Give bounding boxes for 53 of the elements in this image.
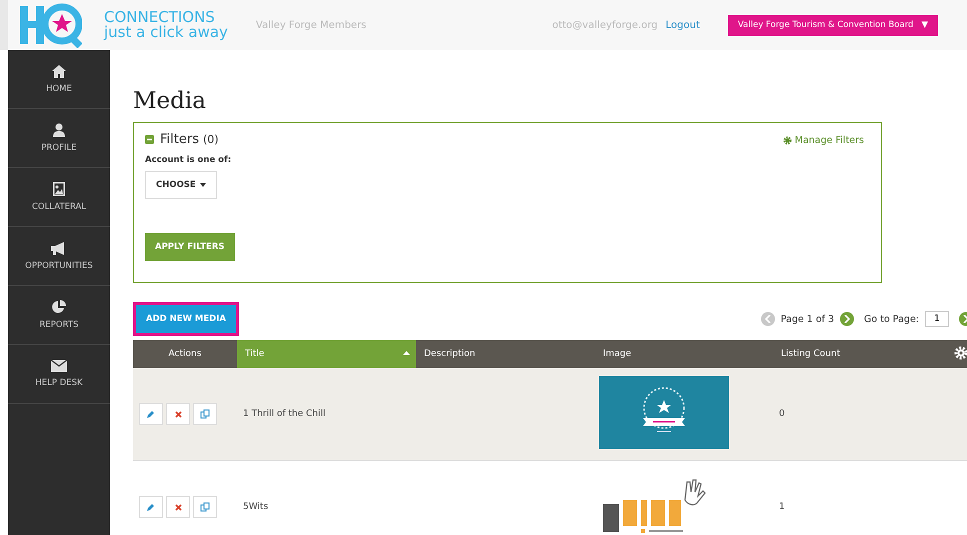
sidebar-item[interactable]: HELP DESK — [8, 345, 110, 404]
logo-tagline: CONNECTIONS — [104, 10, 216, 25]
pie-chart-icon — [52, 300, 66, 314]
megaphone-icon — [51, 242, 67, 254]
close-icon — [174, 410, 182, 418]
copy-button[interactable] — [193, 496, 217, 518]
sidebar-item[interactable]: OPPORTUNITIES — [8, 227, 110, 286]
next-page-icon[interactable] — [840, 312, 854, 326]
column-header[interactable]: Image — [595, 340, 773, 368]
filters-title: Filters — [160, 132, 199, 147]
envelope-icon — [51, 360, 67, 372]
table-cell: 5Wits — [237, 460, 416, 535]
person-icon — [53, 123, 65, 137]
edit-button[interactable] — [139, 496, 163, 518]
copy-icon — [200, 502, 210, 512]
page-indicator: Page 1 of 3 — [780, 314, 834, 324]
copy-button[interactable] — [193, 403, 217, 425]
table-cell: 1 — [773, 460, 952, 535]
gear-icon — [782, 136, 792, 145]
go-to-page-label: Go to Page: — [864, 314, 919, 324]
delete-button[interactable] — [166, 496, 190, 518]
sidebar-item[interactable]: COLLATERAL — [8, 168, 110, 227]
pencil-icon — [147, 410, 155, 418]
sidebar-item[interactable]: REPORTS — [8, 286, 110, 345]
logo-tagline: just a click away — [104, 25, 228, 40]
field-label: Account is one of: — [145, 155, 232, 165]
copy-icon — [200, 409, 210, 419]
pencil-icon — [147, 503, 155, 511]
settings-icon[interactable] — [954, 346, 967, 360]
collapse-icon[interactable] — [145, 135, 154, 144]
delete-button[interactable] — [166, 403, 190, 425]
sidebar-item[interactable]: PROFILE — [8, 109, 110, 168]
sort-arrow-icon — [403, 351, 410, 355]
manage-filters-link[interactable]: Manage Filters — [782, 135, 864, 146]
choose-dropdown[interactable]: CHOOSE — [145, 171, 217, 199]
site-name: Valley Forge Members — [256, 20, 366, 30]
logo-icon — [20, 2, 82, 48]
page-number-field[interactable]: 1 — [925, 311, 949, 327]
filters-count: (0) — [202, 133, 219, 146]
page-title: Media — [133, 88, 207, 116]
close-icon — [174, 504, 182, 510]
account-dropdown[interactable]: Valley Forge Tourism & Convention Board ▼ — [728, 14, 938, 36]
user-email: otto@valleyforge.org — [552, 20, 658, 30]
caret-icon — [200, 183, 206, 187]
column-header[interactable]: Actions — [133, 340, 237, 368]
home-icon — [52, 64, 66, 78]
image-icon — [53, 182, 65, 196]
table-cell: 1 Thrill of the Chill — [237, 368, 416, 460]
column-header[interactable]: Listing Count — [773, 340, 952, 368]
sidebar-item[interactable]: HOME — [8, 50, 110, 109]
table-cell: 0 — [773, 368, 952, 460]
column-header[interactable]: Description — [416, 340, 595, 368]
edit-button[interactable] — [139, 403, 163, 425]
